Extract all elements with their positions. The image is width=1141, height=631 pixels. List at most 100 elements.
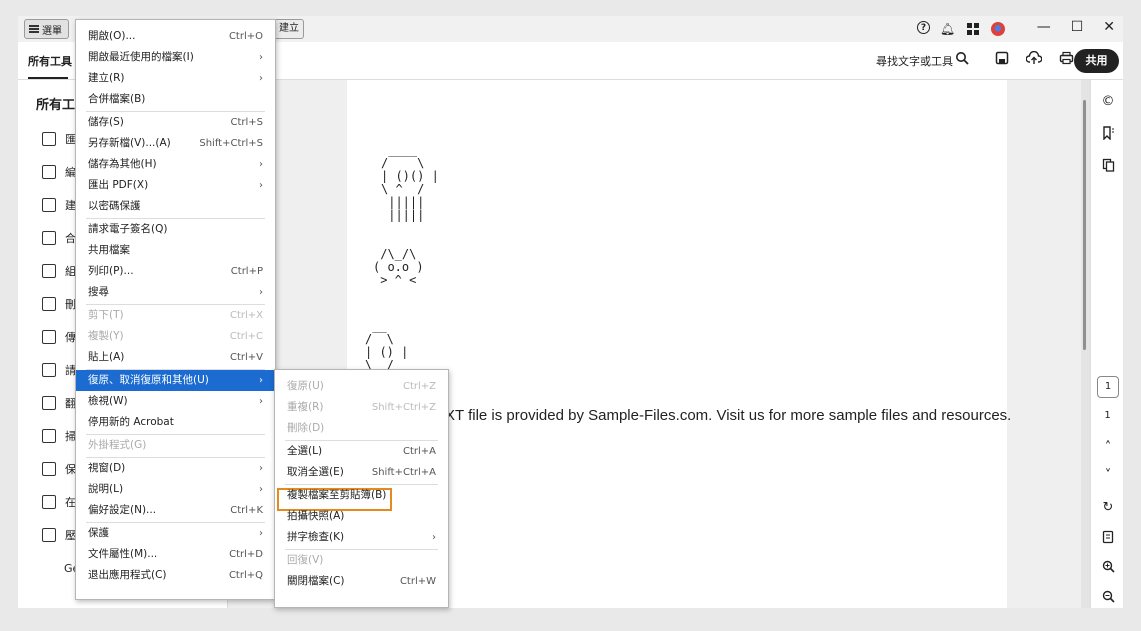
panel-title: 所有工 [36, 98, 76, 113]
menu-item-shortcut: Ctrl+A [402, 446, 436, 457]
prepare-form-icon[interactable] [42, 462, 56, 476]
submenu-item[interactable]: 取消全選(E) Shift+Ctrl+A [275, 462, 448, 483]
menu-item[interactable]: 復原、取消復原和其他(U) › [76, 370, 275, 391]
menu-item[interactable]: 合併檔案(B) [76, 89, 275, 110]
submenu-item[interactable]: 全選(L) Ctrl+A [275, 441, 448, 462]
menu-item-label: 取消全選(E) [287, 466, 344, 478]
menu-item: 複製(Y) Ctrl+C [76, 326, 275, 347]
menu-button[interactable]: 選單 [24, 19, 69, 39]
pages-icon[interactable] [1101, 158, 1115, 176]
menu-item[interactable]: 貼上(A) Ctrl+V [76, 347, 275, 368]
menu-item-label: 儲存(S) [88, 116, 124, 128]
create-tab[interactable]: 建立 [274, 19, 304, 39]
submenu-item[interactable]: 關閉檔案(C) Ctrl+W [275, 571, 448, 592]
tab-all-tools[interactable]: 所有工具 [28, 53, 72, 79]
chevron-down-icon[interactable]: ˅ [1101, 468, 1115, 483]
bookmark-icon[interactable] [1101, 126, 1115, 144]
print-icon[interactable] [1057, 51, 1075, 69]
menu-item[interactable]: 文件屬性(M)... Ctrl+D [76, 544, 275, 565]
ascii-small: __ / \ | () | \ / [365, 319, 409, 372]
bell-icon[interactable]: 🔔︎ [940, 21, 955, 36]
submenu-item[interactable]: 拼字檢查(K) › [275, 527, 448, 548]
combine-files-icon[interactable] [42, 231, 56, 245]
menu-item-shortcut: › [259, 528, 263, 539]
menu-item-label: 保護 [88, 527, 109, 539]
edit-pdf-icon[interactable] [42, 165, 56, 179]
save-icon[interactable] [993, 51, 1011, 69]
right-rail: © 1 1 ˄ ˅ ↻ [1090, 80, 1123, 608]
menu-item-shortcut: Ctrl+Z [402, 381, 436, 392]
request-esign-icon[interactable] [42, 363, 56, 377]
menu-item-shortcut: Shift+Ctrl+A [371, 467, 436, 478]
menu-item-label: 刪除(D) [287, 422, 325, 434]
menu-item[interactable]: 開啟(O)... Ctrl+O [76, 26, 275, 47]
close-button[interactable]: ✕ [1103, 19, 1115, 35]
menu-item-label: 關閉檔案(C) [287, 575, 345, 587]
current-page-field[interactable]: 1 [1097, 376, 1119, 398]
menu-item[interactable]: 儲存為其他(H) › [76, 154, 275, 175]
compress-icon[interactable] [42, 528, 56, 542]
menu-item-label: 建立(R) [88, 72, 125, 84]
menu-item[interactable]: 搜尋 › [76, 282, 275, 303]
menu-item[interactable]: 建立(R) › [76, 68, 275, 89]
vertical-scrollbar[interactable] [1081, 80, 1090, 608]
menu-item[interactable]: 儲存(S) Ctrl+S [76, 112, 275, 133]
export-pdf-icon[interactable] [42, 132, 56, 146]
protect-icon[interactable] [42, 429, 56, 443]
menu-item-label: 共用檔案 [88, 244, 130, 256]
menu-item-shortcut: Ctrl+P [230, 266, 263, 277]
submenu-item[interactable]: 拍攝快照(A) [275, 506, 448, 527]
scrollbar-thumb[interactable] [1083, 100, 1086, 350]
menu-item-label: 以密碼保護 [88, 200, 141, 212]
redact-icon[interactable] [42, 297, 56, 311]
organize-pages-icon[interactable] [42, 264, 56, 278]
menu-item[interactable]: 視窗(D) › [76, 458, 275, 479]
send-icon[interactable] [42, 330, 56, 344]
avatar[interactable] [990, 21, 1005, 36]
scan-icon[interactable] [42, 396, 56, 410]
menu-item[interactable]: 匯出 PDF(X) › [76, 175, 275, 196]
copy-file-to-clipboard-item[interactable]: 複製檔案至剪貼簿(B) [275, 485, 448, 506]
menu-item-shortcut: › [259, 484, 263, 495]
menu-item[interactable]: 停用新的 Acrobat [76, 412, 275, 433]
apps-icon[interactable] [965, 21, 980, 36]
menu-item[interactable]: 偏好設定(N)... Ctrl+K [76, 500, 275, 521]
menu-item[interactable]: 開啟最近使用的檔案(I) › [76, 47, 275, 68]
upload-icon[interactable] [1025, 50, 1043, 69]
menu-item-label: 搜尋 [88, 286, 109, 298]
chevron-up-icon[interactable]: ˄ [1101, 440, 1115, 455]
page-settings-icon[interactable] [1101, 530, 1115, 548]
menu-item[interactable]: 檢視(W) › [76, 391, 275, 412]
find-text-or-tools[interactable]: 尋找文字或工具 [876, 53, 953, 69]
menu-item[interactable]: 保護 › [76, 523, 275, 544]
share-button[interactable]: 共用 [1074, 49, 1119, 73]
menu-item-label: 檢視(W) [88, 395, 128, 407]
menu-item[interactable]: 以密碼保護 [76, 196, 275, 217]
menu-item: 外掛程式(G) [76, 435, 275, 456]
create-pdf-icon[interactable] [42, 198, 56, 212]
menu-item-label: 貼上(A) [88, 351, 125, 363]
menu-item-label: 合併檔案(B) [88, 93, 146, 105]
menu-item[interactable]: 共用檔案 [76, 240, 275, 261]
rotate-icon[interactable]: ↻ [1101, 500, 1115, 515]
menu-item[interactable]: 請求電子簽名(Q) [76, 219, 275, 240]
menu-item[interactable]: 另存新檔(V)...(A) Shift+Ctrl+S [76, 133, 275, 154]
menu-item[interactable]: 退出應用程式(C) Ctrl+Q [76, 565, 275, 586]
menu-item[interactable]: 說明(L) › [76, 479, 275, 500]
measure-icon[interactable] [42, 495, 56, 509]
comment-icon[interactable]: © [1101, 94, 1115, 109]
menu-item-shortcut: Ctrl+S [230, 117, 263, 128]
minimize-button[interactable]: — [1037, 19, 1051, 35]
hamburger-icon [29, 25, 39, 33]
menu-item-shortcut: Shift+Ctrl+Z [371, 402, 436, 413]
menu-item[interactable]: 列印(P)... Ctrl+P [76, 261, 275, 282]
menu-item-label: 重複(R) [287, 401, 324, 413]
zoom-in-icon[interactable] [1101, 560, 1115, 577]
menu-item-label: 外掛程式(G) [88, 439, 147, 451]
menu-item-label: 復原、取消復原和其他(U) [88, 374, 209, 386]
menu-item-shortcut: Ctrl+V [229, 352, 263, 363]
zoom-out-icon[interactable] [1101, 590, 1115, 607]
maximize-button[interactable]: ☐ [1071, 19, 1084, 35]
search-icon[interactable] [953, 51, 971, 69]
help-icon[interactable]: ? [917, 21, 930, 34]
